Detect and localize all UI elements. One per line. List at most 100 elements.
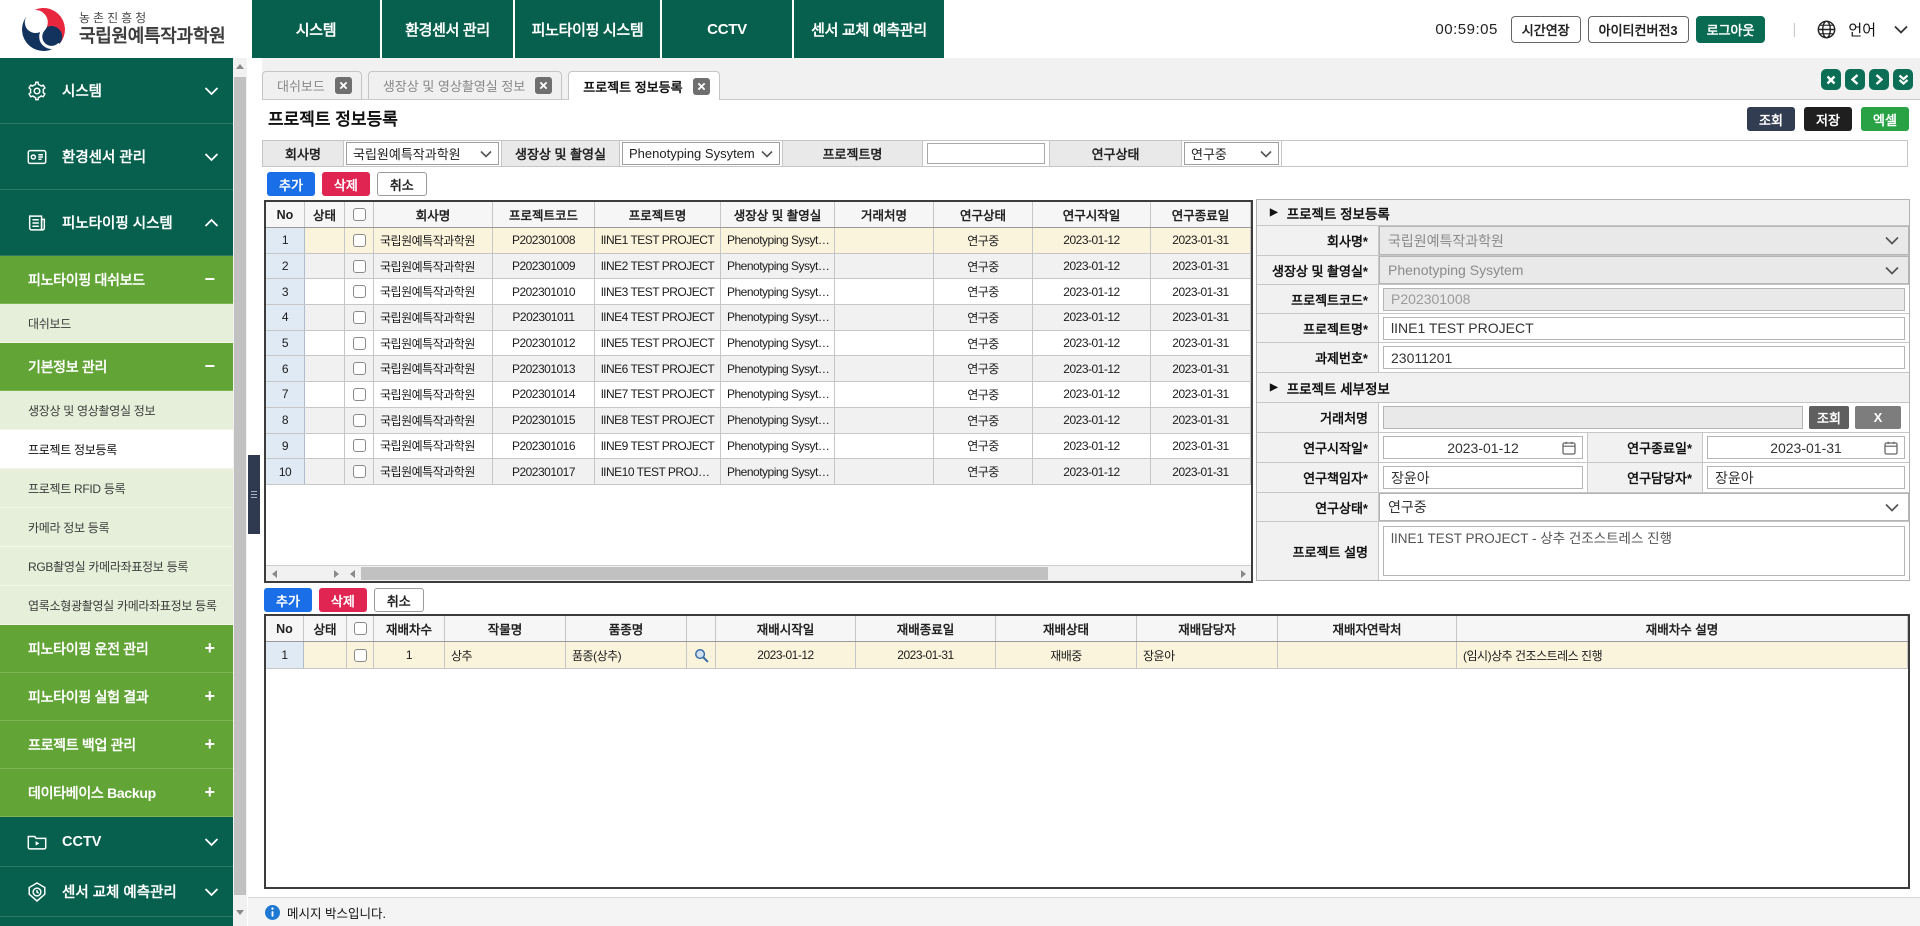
grid2-cancel-button[interactable]: 취소 [374, 588, 424, 612]
detail-manager-input[interactable]: 장윤아 [1707, 466, 1905, 489]
sidebar-group-14[interactable]: 피노타이핑 실험 결과+ [0, 673, 233, 721]
detail-company-select[interactable]: 국립원예특작과학원 [1379, 226, 1909, 255]
tab-close-icon[interactable] [693, 78, 710, 95]
detail-name-input[interactable]: lINE1 TEST PROJECT [1383, 317, 1905, 340]
sidebar-subitem-10[interactable]: 카메라 정보 등록 [0, 508, 233, 547]
grid1-delete-button[interactable]: 삭제 [322, 172, 370, 196]
table-row[interactable]: 2국립원예특작과학원P202301009lINE2 TEST PROJECTPh… [266, 254, 1251, 280]
detail-task-input[interactable]: 23011201 [1383, 346, 1905, 369]
row-checkbox[interactable] [353, 362, 366, 375]
row-checkbox[interactable] [353, 285, 366, 298]
table-row[interactable]: 10국립원예특작과학원P202301017lINE10 TEST PROJECT… [266, 459, 1251, 485]
search-button[interactable]: 조회 [1747, 107, 1795, 131]
column-header-프로젝트코드[interactable]: 프로젝트코드 [493, 202, 595, 227]
table-row[interactable]: 4국립원예특작과학원P202301011lINE4 TEST PROJECTPh… [266, 305, 1251, 331]
nav-item-5[interactable]: 센서 교체 예측관리 [792, 0, 944, 58]
select-all-checkbox[interactable] [354, 622, 367, 635]
detail-status-select[interactable]: 연구중 [1379, 493, 1909, 521]
tab-close-icon[interactable] [335, 77, 352, 94]
column-header-No[interactable]: No [266, 202, 305, 227]
sidebar-item-18[interactable]: 센서 교체 예측관리 [0, 867, 233, 917]
sidebar-subitem-8[interactable]: 프로젝트 정보등록 [0, 430, 233, 469]
project-filter-input[interactable] [927, 143, 1045, 164]
sidebar-scrollbar-thumb[interactable] [234, 77, 246, 895]
column-header-재배상태[interactable]: 재배상태 [996, 616, 1137, 641]
table-row[interactable]: 5국립원예특작과학원P202301012lINE5 TEST PROJECTPh… [266, 331, 1251, 357]
table-row[interactable]: 3국립원예특작과학원P202301010lINE3 TEST PROJECTPh… [266, 279, 1251, 305]
calendar-icon[interactable] [1562, 441, 1576, 455]
column-header-재배종료일[interactable]: 재배종료일 [856, 616, 996, 641]
table-row[interactable]: 9국립원예특작과학원P202301016lINE9 TEST PROJECTPh… [266, 434, 1251, 460]
table-row[interactable]: 7국립원예특작과학원P202301014lINE7 TEST PROJECTPh… [266, 382, 1251, 408]
sidebar-subitem-9[interactable]: 프로젝트 RFID 등록 [0, 469, 233, 508]
detail-start-date-input[interactable]: 2023-01-12 [1383, 436, 1583, 459]
magnifier-icon[interactable] [694, 648, 709, 663]
row-checkbox[interactable] [353, 234, 366, 247]
row-checkbox[interactable] [353, 414, 366, 427]
sidebar-subitem-5[interactable]: 대쉬보드 [0, 304, 233, 343]
row-checkbox[interactable] [354, 649, 367, 662]
table-row[interactable]: 1국립원예특작과학원P202301008lINE1 TEST PROJECTPh… [266, 228, 1251, 254]
language-selector[interactable]: 언어 [1817, 19, 1908, 40]
sidebar-scrollbar[interactable] [233, 58, 247, 926]
next-tab-button[interactable] [1869, 69, 1889, 90]
scroll-down-arrow[interactable] [233, 904, 247, 920]
row-checkbox[interactable] [353, 311, 366, 324]
column-header-회사명[interactable]: 회사명 [374, 202, 493, 227]
detail-lead-input[interactable]: 장윤아 [1383, 466, 1583, 489]
sidebar-group-16[interactable]: 데이타베이스 Backup+ [0, 769, 233, 817]
sidebar-group-13[interactable]: 피노타이핑 운전 관리+ [0, 625, 233, 673]
table-row[interactable]: 11상추품종(상추)2023-01-122023-01-31재배중장윤아(임시)… [266, 642, 1908, 669]
column-header-재배담당자[interactable]: 재배담당자 [1137, 616, 1278, 641]
extend-time-button[interactable]: 시간연장 [1511, 16, 1581, 43]
sidebar-item-17[interactable]: CCTV [0, 817, 233, 867]
tab-2[interactable]: 생장상 및 영상촬영실 정보 [368, 71, 562, 99]
column-header-상태[interactable]: 상태 [304, 616, 347, 641]
column-header-품종명[interactable]: 품종명 [566, 616, 687, 641]
column-header-재배자연락처[interactable]: 재배자연락처 [1278, 616, 1457, 641]
close-all-tabs-button[interactable] [1821, 69, 1841, 90]
account-button[interactable]: 아이티컨버전3 [1588, 16, 1689, 43]
calendar-icon[interactable] [1884, 441, 1898, 455]
column-header-재배시작일[interactable]: 재배시작일 [716, 616, 856, 641]
grid2-delete-button[interactable]: 삭제 [319, 588, 367, 612]
sidebar-subitem-12[interactable]: 엽록소형광촬영실 카메라좌표정보 등록 [0, 586, 233, 625]
grid1-add-button[interactable]: 추가 [267, 172, 315, 196]
column-header-icon[interactable] [687, 616, 716, 641]
tab-3[interactable]: 프로젝트 정보등록 [568, 71, 719, 100]
logout-button[interactable]: 로그아웃 [1696, 16, 1766, 43]
excel-button[interactable]: 엑셀 [1861, 107, 1909, 131]
row-checkbox[interactable] [353, 439, 366, 452]
row-checkbox[interactable] [353, 260, 366, 273]
column-header-연구시작일[interactable]: 연구시작일 [1033, 202, 1151, 227]
column-header-생장상 및 촬영실[interactable]: 생장상 및 촬영실 [721, 202, 835, 227]
status-filter-select[interactable]: 연구중 [1184, 142, 1279, 165]
sidebar-subitem-7[interactable]: 생장상 및 영상촬영실 정보 [0, 391, 233, 430]
room-filter-select[interactable]: Phenotyping Sysytem [622, 142, 780, 165]
detail-room-select[interactable]: Phenotyping Sysytem [1379, 256, 1909, 284]
splitter-handle[interactable] [248, 455, 260, 534]
tab-1[interactable]: 대쉬보드 [262, 71, 362, 99]
nav-item-3[interactable]: 피노타이핑 시스템 [513, 0, 660, 58]
sidebar-group-15[interactable]: 프로젝트 백업 관리+ [0, 721, 233, 769]
nav-item-1[interactable]: 시스템 [252, 0, 380, 58]
grid2-add-button[interactable]: 추가 [264, 588, 312, 612]
sidebar-subitem-11[interactable]: RGB촬영실 카메라좌표정보 등록 [0, 547, 233, 586]
hscroll-left-arrow[interactable] [266, 566, 282, 581]
row-checkbox[interactable] [353, 465, 366, 478]
client-search-button[interactable]: 조회 [1809, 406, 1849, 429]
sidebar-group-4[interactable]: 피노타이핑 대쉬보드− [0, 256, 233, 304]
select-all-checkbox[interactable] [353, 208, 366, 221]
sidebar-item-1[interactable]: 시스템 [0, 58, 233, 124]
column-header-재배차수[interactable]: 재배차수 [374, 616, 445, 641]
sidebar-item-3[interactable]: 피노타이핑 시스템 [0, 190, 233, 256]
company-filter-select[interactable]: 국립원예특작과학원 [346, 142, 499, 165]
nav-item-4[interactable]: CCTV [660, 0, 792, 58]
hscroll-right-arrow[interactable] [1235, 566, 1251, 581]
project-grid-hscrollbar[interactable] [266, 565, 1251, 581]
tab-list-button[interactable] [1893, 69, 1913, 90]
grid1-cancel-button[interactable]: 취소 [377, 172, 427, 196]
client-clear-button[interactable]: X [1855, 406, 1901, 429]
scroll-up-arrow[interactable] [233, 58, 247, 74]
detail-end-date-input[interactable]: 2023-01-31 [1707, 436, 1905, 459]
